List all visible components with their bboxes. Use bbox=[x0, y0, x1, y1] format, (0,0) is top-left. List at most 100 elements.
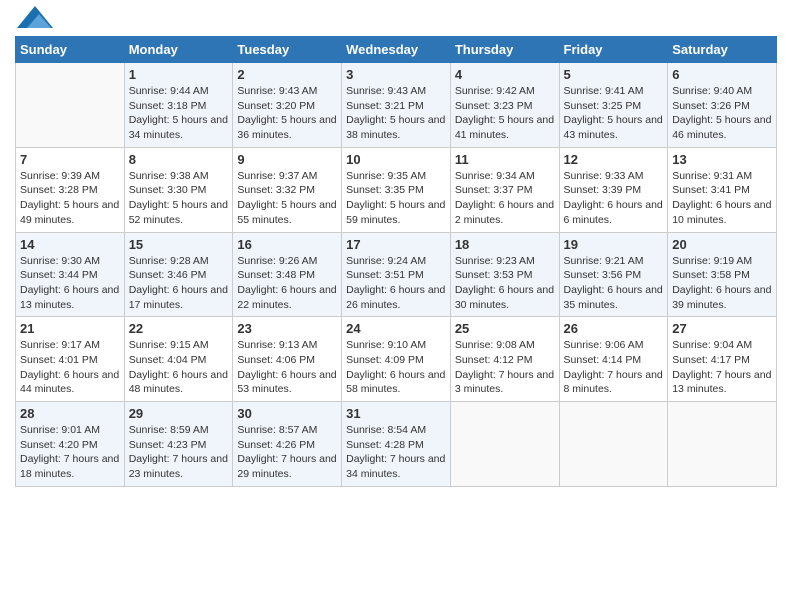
sunset-text: Sunset: 3:56 PM bbox=[564, 268, 664, 283]
daylight-text: Daylight: 5 hours and 52 minutes. bbox=[129, 198, 229, 227]
daylight-text: Daylight: 6 hours and 53 minutes. bbox=[237, 368, 337, 397]
sunset-text: Sunset: 4:23 PM bbox=[129, 438, 229, 453]
sunrise-text: Sunrise: 9:38 AM bbox=[129, 169, 229, 184]
daylight-text: Daylight: 5 hours and 55 minutes. bbox=[237, 198, 337, 227]
sunrise-text: Sunrise: 9:13 AM bbox=[237, 338, 337, 353]
daylight-text: Daylight: 5 hours and 49 minutes. bbox=[20, 198, 120, 227]
day-number: 19 bbox=[564, 237, 664, 252]
daylight-text: Daylight: 6 hours and 22 minutes. bbox=[237, 283, 337, 312]
calendar-cell: 30Sunrise: 8:57 AMSunset: 4:26 PMDayligh… bbox=[233, 402, 342, 487]
sunset-text: Sunset: 3:37 PM bbox=[455, 183, 555, 198]
day-info: Sunrise: 9:43 AMSunset: 3:21 PMDaylight:… bbox=[346, 84, 446, 143]
calendar-cell: 27 Sunrise: 9:04 AMSunset: 4:17 PMDayligh… bbox=[668, 317, 777, 402]
sunset-text: Sunset: 4:28 PM bbox=[346, 438, 446, 453]
day-info: Sunrise: 9:43 AMSunset: 3:20 PMDaylight:… bbox=[237, 84, 337, 143]
calendar-table: SundayMondayTuesdayWednesdayThursdayFrid… bbox=[15, 36, 777, 487]
daylight-text: Daylight: 6 hours and 13 minutes. bbox=[20, 283, 120, 312]
sunrise-text: Sunrise: 9:41 AM bbox=[564, 84, 664, 99]
sunset-text: Sunset: 3:20 PM bbox=[237, 99, 337, 114]
calendar-cell: 9Sunrise: 9:37 AMSunset: 3:32 PMDaylight… bbox=[233, 147, 342, 232]
daylight-text: Daylight: 7 hours and 18 minutes. bbox=[20, 452, 120, 481]
daylight-text: Daylight: 6 hours and 44 minutes. bbox=[20, 368, 120, 397]
day-info: Sunrise: 9:44 AMSunset: 3:18 PMDaylight:… bbox=[129, 84, 229, 143]
sunrise-text: Sunrise: 9:31 AM bbox=[672, 169, 772, 184]
calendar-cell: 22 Sunrise: 9:15 AMSunset: 4:04 PMDayligh… bbox=[124, 317, 233, 402]
day-info: Sunrise: 9:33 AMSunset: 3:39 PMDaylight:… bbox=[564, 169, 664, 228]
sunrise-text: Sunrise: 9:43 AM bbox=[346, 84, 446, 99]
day-number: 5 bbox=[564, 67, 664, 82]
day-number: 22 bbox=[129, 321, 229, 336]
calendar-cell: 25Sunrise: 9:08 AMSunset: 4:12 PMDayligh… bbox=[450, 317, 559, 402]
sunrise-text: Sunrise: 9:28 AM bbox=[129, 254, 229, 269]
calendar-cell bbox=[450, 402, 559, 487]
daylight-text: Daylight: 6 hours and 26 minutes. bbox=[346, 283, 446, 312]
day-info: Sunrise: 9:04 AMSunset: 4:17 PMDaylight:… bbox=[672, 338, 772, 397]
daylight-text: Daylight: 7 hours and 13 minutes. bbox=[672, 368, 772, 397]
calendar-cell: 13 Sunrise: 9:31 AMSunset: 3:41 PMDayligh… bbox=[668, 147, 777, 232]
weekday-header-sunday: Sunday bbox=[16, 37, 125, 63]
daylight-text: Daylight: 5 hours and 46 minutes. bbox=[672, 113, 772, 142]
day-info: Sunrise: 8:57 AMSunset: 4:26 PMDaylight:… bbox=[237, 423, 337, 482]
calendar-cell: 24 Sunrise: 9:10 AMSunset: 4:09 PMDayligh… bbox=[342, 317, 451, 402]
sunset-text: Sunset: 3:46 PM bbox=[129, 268, 229, 283]
sunset-text: Sunset: 4:01 PM bbox=[20, 353, 120, 368]
day-number: 23 bbox=[237, 321, 337, 336]
day-number: 24 bbox=[346, 321, 446, 336]
day-number: 18 bbox=[455, 237, 555, 252]
sunset-text: Sunset: 4:12 PM bbox=[455, 353, 555, 368]
daylight-text: Daylight: 6 hours and 17 minutes. bbox=[129, 283, 229, 312]
daylight-text: Daylight: 6 hours and 39 minutes. bbox=[672, 283, 772, 312]
sunrise-text: Sunrise: 9:39 AM bbox=[20, 169, 120, 184]
week-row-2: 7Sunrise: 9:39 AMSunset: 3:28 PMDaylight… bbox=[16, 147, 777, 232]
calendar-cell: 7Sunrise: 9:39 AMSunset: 3:28 PMDaylight… bbox=[16, 147, 125, 232]
day-info: Sunrise: 9:31 AMSunset: 3:41 PMDaylight:… bbox=[672, 169, 772, 228]
calendar-cell: 15Sunrise: 9:28 AMSunset: 3:46 PMDayligh… bbox=[124, 232, 233, 317]
day-number: 27 bbox=[672, 321, 772, 336]
sunset-text: Sunset: 4:20 PM bbox=[20, 438, 120, 453]
day-number: 7 bbox=[20, 152, 120, 167]
day-info: Sunrise: 9:34 AMSunset: 3:37 PMDaylight:… bbox=[455, 169, 555, 228]
calendar-cell: 18Sunrise: 9:23 AMSunset: 3:53 PMDayligh… bbox=[450, 232, 559, 317]
daylight-text: Daylight: 7 hours and 23 minutes. bbox=[129, 452, 229, 481]
sunrise-text: Sunrise: 9:35 AM bbox=[346, 169, 446, 184]
calendar-cell: 1Sunrise: 9:44 AMSunset: 3:18 PMDaylight… bbox=[124, 63, 233, 148]
day-number: 4 bbox=[455, 67, 555, 82]
sunrise-text: Sunrise: 9:19 AM bbox=[672, 254, 772, 269]
calendar-cell: 10Sunrise: 9:35 AMSunset: 3:35 PMDayligh… bbox=[342, 147, 451, 232]
daylight-text: Daylight: 7 hours and 34 minutes. bbox=[346, 452, 446, 481]
day-info: Sunrise: 9:10 AMSunset: 4:09 PMDaylight:… bbox=[346, 338, 446, 397]
day-number: 28 bbox=[20, 406, 120, 421]
sunset-text: Sunset: 3:23 PM bbox=[455, 99, 555, 114]
daylight-text: Daylight: 5 hours and 38 minutes. bbox=[346, 113, 446, 142]
sunset-text: Sunset: 4:06 PM bbox=[237, 353, 337, 368]
logo bbox=[15, 10, 53, 28]
sunset-text: Sunset: 4:09 PM bbox=[346, 353, 446, 368]
weekday-header-row: SundayMondayTuesdayWednesdayThursdayFrid… bbox=[16, 37, 777, 63]
calendar-cell: 28Sunrise: 9:01 AMSunset: 4:20 PMDayligh… bbox=[16, 402, 125, 487]
weekday-header-tuesday: Tuesday bbox=[233, 37, 342, 63]
day-number: 13 bbox=[672, 152, 772, 167]
day-info: Sunrise: 9:40 AMSunset: 3:26 PMDaylight:… bbox=[672, 84, 772, 143]
sunrise-text: Sunrise: 8:54 AM bbox=[346, 423, 446, 438]
calendar-cell: 2Sunrise: 9:43 AMSunset: 3:20 PMDaylight… bbox=[233, 63, 342, 148]
sunrise-text: Sunrise: 8:57 AM bbox=[237, 423, 337, 438]
day-info: Sunrise: 9:15 AMSunset: 4:04 PMDaylight:… bbox=[129, 338, 229, 397]
day-number: 6 bbox=[672, 67, 772, 82]
sunset-text: Sunset: 3:21 PM bbox=[346, 99, 446, 114]
daylight-text: Daylight: 6 hours and 2 minutes. bbox=[455, 198, 555, 227]
day-info: Sunrise: 8:59 AMSunset: 4:23 PMDaylight:… bbox=[129, 423, 229, 482]
day-number: 10 bbox=[346, 152, 446, 167]
day-number: 14 bbox=[20, 237, 120, 252]
week-row-4: 21Sunrise: 9:17 AMSunset: 4:01 PMDayligh… bbox=[16, 317, 777, 402]
sunset-text: Sunset: 3:58 PM bbox=[672, 268, 772, 283]
sunset-text: Sunset: 4:17 PM bbox=[672, 353, 772, 368]
week-row-1: 1Sunrise: 9:44 AMSunset: 3:18 PMDaylight… bbox=[16, 63, 777, 148]
sunrise-text: Sunrise: 9:04 AM bbox=[672, 338, 772, 353]
sunset-text: Sunset: 4:04 PM bbox=[129, 353, 229, 368]
sunrise-text: Sunrise: 9:15 AM bbox=[129, 338, 229, 353]
calendar-cell: 29Sunrise: 8:59 AMSunset: 4:23 PMDayligh… bbox=[124, 402, 233, 487]
sunset-text: Sunset: 4:14 PM bbox=[564, 353, 664, 368]
weekday-header-wednesday: Wednesday bbox=[342, 37, 451, 63]
daylight-text: Daylight: 6 hours and 30 minutes. bbox=[455, 283, 555, 312]
sunrise-text: Sunrise: 9:44 AM bbox=[129, 84, 229, 99]
